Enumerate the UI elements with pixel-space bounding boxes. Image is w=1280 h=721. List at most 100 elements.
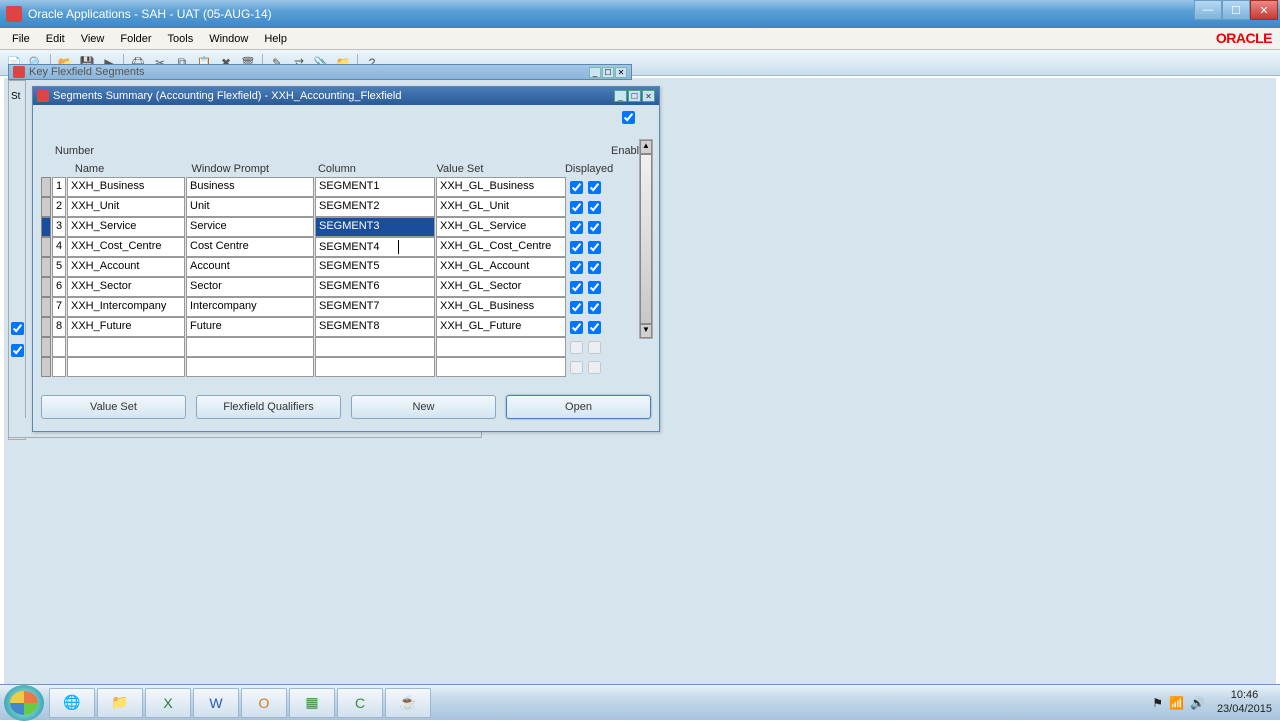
cell-enabled[interactable]	[585, 237, 603, 257]
cell-valueset[interactable]	[436, 337, 566, 357]
cell-number[interactable]: 2	[52, 197, 66, 217]
taskbar-ie-icon[interactable]: 🌐	[49, 688, 95, 718]
row-selector[interactable]	[41, 177, 51, 197]
taskbar-word-icon[interactable]: W	[193, 688, 239, 718]
cell-enabled[interactable]	[585, 337, 603, 357]
cell-displayed[interactable]	[567, 257, 585, 277]
cell-displayed[interactable]	[567, 217, 585, 237]
cell-name[interactable]: XXH_Service	[67, 217, 185, 237]
cell-enabled[interactable]	[585, 317, 603, 337]
row-selector[interactable]	[41, 277, 51, 297]
system-tray[interactable]: ⚑ 📶 🔊 10:46 23/04/2015	[1144, 689, 1280, 715]
cell-prompt[interactable]: Cost Centre	[186, 237, 314, 257]
cell-name[interactable]: XXH_Future	[67, 317, 185, 337]
cell-displayed[interactable]	[567, 237, 585, 257]
cell-valueset[interactable]: XXH_GL_Business	[436, 177, 566, 197]
bg-close-icon[interactable]: ✕	[615, 67, 627, 78]
cell-number[interactable]: 4	[52, 237, 66, 257]
cell-valueset[interactable]: XXH_GL_Business	[436, 297, 566, 317]
menu-edit[interactable]: Edit	[38, 30, 73, 48]
table-row[interactable]: 4XXH_Cost_CentreCost CentreSEGMENT4XXH_G…	[41, 237, 651, 257]
table-row[interactable]: 2XXH_UnitUnitSEGMENT2XXH_GL_Unit	[41, 197, 651, 217]
cell-number[interactable]: 3	[52, 217, 66, 237]
bg-window-titlebar[interactable]: Key Flexfield Segments _ ☐ ✕	[8, 64, 632, 80]
open-button[interactable]: Open	[506, 395, 651, 419]
cell-enabled[interactable]	[585, 257, 603, 277]
table-row-empty[interactable]	[41, 337, 651, 357]
row-selector[interactable]	[41, 317, 51, 337]
maximize-button[interactable]: ☐	[1222, 0, 1250, 20]
cell-displayed[interactable]	[567, 357, 585, 377]
menu-file[interactable]: File	[4, 30, 38, 48]
cell-prompt[interactable]	[186, 337, 314, 357]
cell-enabled[interactable]	[585, 277, 603, 297]
cell-enabled[interactable]	[585, 217, 603, 237]
taskbar-explorer-icon[interactable]: 📁	[97, 688, 143, 718]
menu-help[interactable]: Help	[256, 30, 295, 48]
cell-displayed[interactable]	[567, 177, 585, 197]
cell-number[interactable]: 7	[52, 297, 66, 317]
segments-titlebar[interactable]: Segments Summary (Accounting Flexfield) …	[33, 87, 659, 105]
new-button[interactable]: New	[351, 395, 496, 419]
flexfield-qualifiers-button[interactable]: Flexfield Qualifiers	[196, 395, 341, 419]
table-row[interactable]: 5XXH_AccountAccountSEGMENT5XXH_GL_Accoun…	[41, 257, 651, 277]
cell-valueset[interactable]: XXH_GL_Sector	[436, 277, 566, 297]
cell-displayed[interactable]	[567, 317, 585, 337]
cell-displayed[interactable]	[567, 197, 585, 217]
menu-tools[interactable]: Tools	[160, 30, 202, 48]
table-row[interactable]: 8XXH_FutureFutureSEGMENT8XXH_GL_Future	[41, 317, 651, 337]
cell-valueset[interactable]: XXH_GL_Service	[436, 217, 566, 237]
menu-folder[interactable]: Folder	[112, 30, 159, 48]
cell-column[interactable]: SEGMENT8	[315, 317, 435, 337]
seg-min-icon[interactable]: _	[614, 90, 627, 102]
cell-column[interactable]: SEGMENT6	[315, 277, 435, 297]
cell-column[interactable]	[315, 357, 435, 377]
cell-number[interactable]: 5	[52, 257, 66, 277]
menu-window[interactable]: Window	[201, 30, 256, 48]
menu-view[interactable]: View	[73, 30, 113, 48]
cell-number[interactable]: 1	[52, 177, 66, 197]
cell-name[interactable]: XXH_Account	[67, 257, 185, 277]
scroll-down-icon[interactable]: ▼	[640, 324, 652, 338]
tray-volume-icon[interactable]: 🔊	[1190, 696, 1205, 710]
cell-prompt[interactable]: Unit	[186, 197, 314, 217]
table-row-empty[interactable]	[41, 357, 651, 377]
taskbar-java-icon[interactable]: ☕	[385, 688, 431, 718]
start-button[interactable]	[4, 685, 44, 721]
table-row[interactable]: 6XXH_SectorSectorSEGMENT6XXH_GL_Sector	[41, 277, 651, 297]
row-selector[interactable]	[41, 217, 51, 237]
cell-valueset[interactable]: XXH_GL_Unit	[436, 197, 566, 217]
cell-displayed[interactable]	[567, 337, 585, 357]
table-row[interactable]: 1XXH_BusinessBusinessSEGMENT1XXH_GL_Busi…	[41, 177, 651, 197]
cell-column[interactable]: SEGMENT1	[315, 177, 435, 197]
cell-prompt[interactable]: Business	[186, 177, 314, 197]
cell-name[interactable]: XXH_Cost_Centre	[67, 237, 185, 257]
cell-prompt[interactable]: Account	[186, 257, 314, 277]
cell-column[interactable]	[315, 337, 435, 357]
cell-name[interactable]	[67, 357, 185, 377]
cell-column[interactable]: SEGMENT3	[315, 217, 435, 237]
scroll-up-icon[interactable]: ▲	[640, 140, 652, 154]
under-check1[interactable]	[11, 322, 24, 335]
scroll-thumb[interactable]	[640, 154, 652, 324]
tray-clock[interactable]: 10:46 23/04/2015	[1217, 689, 1272, 715]
taskbar-excel-icon[interactable]: X	[145, 688, 191, 718]
taskbar-app1-icon[interactable]: ▦	[289, 688, 335, 718]
cell-column[interactable]: SEGMENT5	[315, 257, 435, 277]
cell-number[interactable]	[52, 337, 66, 357]
cell-name[interactable]: XXH_Intercompany	[67, 297, 185, 317]
cell-valueset[interactable]	[436, 357, 566, 377]
under-check2[interactable]	[11, 344, 24, 357]
cell-name[interactable]	[67, 337, 185, 357]
seg-max-icon[interactable]: ☐	[628, 90, 641, 102]
cell-enabled[interactable]	[585, 357, 603, 377]
cell-displayed[interactable]	[567, 277, 585, 297]
table-row[interactable]: 7XXH_IntercompanyIntercompanySEGMENT7XXH…	[41, 297, 651, 317]
cell-enabled[interactable]	[585, 177, 603, 197]
row-selector[interactable]	[41, 297, 51, 317]
cell-valueset[interactable]: XXH_GL_Account	[436, 257, 566, 277]
cell-name[interactable]: XXH_Sector	[67, 277, 185, 297]
tray-network-icon[interactable]: 📶	[1169, 696, 1184, 710]
row-selector[interactable]	[41, 237, 51, 257]
cell-number[interactable]: 6	[52, 277, 66, 297]
